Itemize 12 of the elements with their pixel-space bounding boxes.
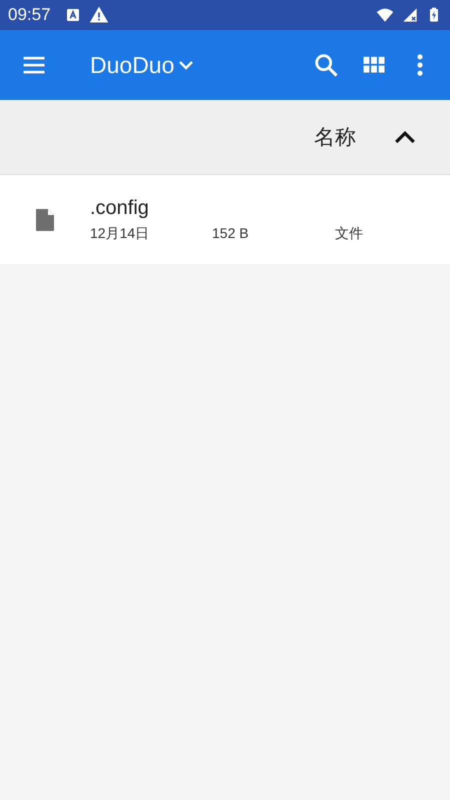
status-time: 09:57 <box>8 5 51 25</box>
toolbar-title[interactable]: DuoDuo <box>90 52 174 78</box>
file-date: 12月14日 <box>90 224 150 242</box>
notification-icon <box>64 7 81 23</box>
wifi-icon <box>376 6 394 24</box>
warning-icon <box>88 5 109 25</box>
file-type: 文件 <box>335 224 363 242</box>
file-row[interactable]: .config 12月14日 152 B 文件 <box>0 175 450 264</box>
file-size: 152 B <box>212 224 250 242</box>
sort-label[interactable]: 名称 <box>314 123 356 151</box>
file-name: .config <box>90 196 150 220</box>
signal-icon <box>402 7 418 23</box>
